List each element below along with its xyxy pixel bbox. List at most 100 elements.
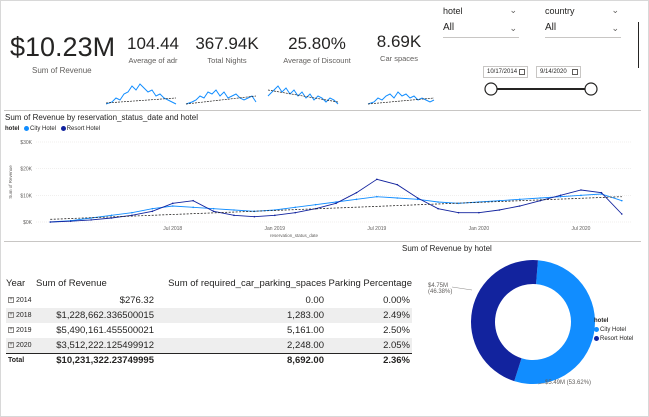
- trendline: [50, 196, 622, 220]
- total-label: Total: [6, 352, 36, 368]
- slicer-hotel-dropdown[interactable]: All ⌄: [443, 22, 519, 38]
- data-point[interactable]: [478, 211, 480, 214]
- data-point[interactable]: [49, 221, 52, 223]
- col-pct[interactable]: Parking Percentage: [326, 278, 412, 293]
- data-point[interactable]: [498, 209, 501, 211]
- data-point[interactable]: [110, 214, 113, 217]
- series-line-city[interactable]: [50, 193, 622, 223]
- data-point[interactable]: [192, 199, 194, 202]
- data-point[interactable]: [253, 215, 256, 218]
- data-point[interactable]: [355, 191, 358, 194]
- data-point[interactable]: [294, 211, 297, 214]
- data-point[interactable]: [171, 202, 174, 205]
- data-point[interactable]: [171, 205, 174, 207]
- data-point[interactable]: [151, 210, 154, 213]
- data-point[interactable]: [90, 219, 92, 221]
- year-cell[interactable]: +2018: [6, 308, 36, 323]
- data-point[interactable]: [212, 207, 215, 210]
- data-point[interactable]: [233, 214, 235, 217]
- revenue-table: Year Sum of Revenue Sum of required_car_…: [6, 278, 412, 368]
- date-end-value: 9/14/2020: [540, 69, 567, 75]
- kpi-discount-label: Average of Discount: [283, 56, 351, 65]
- data-point[interactable]: [212, 210, 215, 213]
- date-start-input[interactable]: 10/17/2014: [483, 66, 528, 78]
- slicer-country-label: country ⌄: [545, 5, 619, 16]
- table-row: +2020 $3,512,222.125499912 2,248.00 2.05…: [6, 338, 412, 353]
- sparkline-car: [367, 91, 435, 105]
- slider-handle-end[interactable]: [584, 82, 598, 96]
- kpi-revenue-value: $10.23M: [10, 32, 116, 62]
- data-point[interactable]: [233, 209, 235, 211]
- year-cell[interactable]: +2014: [6, 293, 36, 308]
- y-tick-label: $30K: [20, 140, 32, 146]
- expand-icon[interactable]: +: [8, 341, 14, 348]
- data-point[interactable]: [294, 206, 297, 209]
- kpi-sparklines: [106, 83, 435, 105]
- panel-divider: [638, 22, 639, 68]
- data-point[interactable]: [437, 207, 439, 210]
- data-point[interactable]: [518, 205, 521, 207]
- data-point[interactable]: [437, 201, 439, 203]
- slider-handle-start[interactable]: [484, 82, 498, 96]
- data-point[interactable]: [192, 206, 194, 209]
- pct-cell: 2.50%: [383, 325, 410, 336]
- data-point[interactable]: [335, 202, 337, 205]
- data-point[interactable]: [376, 178, 378, 181]
- calendar-icon[interactable]: [572, 69, 578, 75]
- data-point[interactable]: [539, 197, 541, 199]
- data-point[interactable]: [274, 214, 276, 217]
- y-tick-label: $0K: [23, 220, 33, 226]
- table-row: +2014 $276.32 0.00 0.00%: [6, 293, 412, 308]
- chevron-down-icon[interactable]: ⌄: [611, 5, 619, 16]
- pct-cell: 0.00%: [383, 295, 410, 306]
- data-point[interactable]: [620, 213, 623, 215]
- kpi-nights-label: Total Nights: [207, 56, 247, 65]
- year-cell[interactable]: +2020: [6, 338, 36, 353]
- data-point[interactable]: [131, 211, 133, 214]
- data-point[interactable]: [69, 220, 72, 222]
- expand-icon[interactable]: +: [8, 297, 14, 304]
- y-tick-label: $20K: [20, 167, 32, 173]
- pct-cell: 2.05%: [326, 338, 412, 353]
- data-point[interactable]: [376, 195, 378, 198]
- data-point[interactable]: [518, 198, 521, 201]
- kpi-discount-value: 25.80%: [288, 34, 346, 53]
- data-point[interactable]: [396, 183, 399, 186]
- donut-legend: hotel City Hotel Resort Hotel: [594, 318, 634, 343]
- data-point[interactable]: [416, 197, 419, 199]
- col-revenue[interactable]: Sum of Revenue: [36, 278, 156, 293]
- parking-cell: 2,248.00: [156, 338, 326, 353]
- data-point[interactable]: [457, 211, 460, 214]
- chevron-down-icon[interactable]: ⌄: [509, 5, 517, 16]
- data-point[interactable]: [396, 197, 399, 199]
- revenue-cell: $5,490,161.455500021: [56, 325, 154, 336]
- slicer-country-dropdown[interactable]: All ⌄: [545, 22, 621, 38]
- donut-label-resort: $4.75M (46.38%): [428, 283, 453, 295]
- parking-cell: 5,161.00: [287, 325, 324, 336]
- data-point[interactable]: [620, 199, 623, 202]
- legend-resort-label: Resort Hotel: [600, 336, 634, 343]
- data-point[interactable]: [600, 191, 603, 194]
- calendar-icon[interactable]: [519, 69, 525, 75]
- chevron-down-icon: ⌄: [509, 23, 517, 33]
- data-point[interactable]: [355, 198, 358, 201]
- date-range-slider[interactable]: [482, 80, 600, 98]
- expand-icon[interactable]: +: [8, 327, 14, 334]
- data-point[interactable]: [110, 217, 113, 219]
- table-row: +2019 $5,490,161.455500021 5,161.00 2.50…: [6, 323, 412, 338]
- total-parking: 8,692.00: [156, 352, 326, 368]
- col-year[interactable]: Year: [6, 278, 36, 293]
- table-header-row: Year Sum of Revenue Sum of required_car_…: [6, 278, 412, 293]
- data-point[interactable]: [151, 207, 154, 210]
- year-cell[interactable]: +2019: [6, 323, 36, 338]
- sparkline-adr: [106, 83, 177, 105]
- date-end-input[interactable]: 9/14/2020: [536, 66, 581, 78]
- revenue-cell: $3,512,222.125499912: [36, 338, 156, 353]
- data-point[interactable]: [580, 189, 582, 191]
- data-point[interactable]: [580, 194, 582, 197]
- col-parking[interactable]: Sum of required_car_parking_spaces: [156, 278, 326, 293]
- expand-icon[interactable]: +: [8, 312, 14, 319]
- data-point[interactable]: [559, 194, 562, 197]
- revenue-cell: $1,228,662.336500015: [36, 308, 156, 323]
- data-point[interactable]: [314, 203, 317, 206]
